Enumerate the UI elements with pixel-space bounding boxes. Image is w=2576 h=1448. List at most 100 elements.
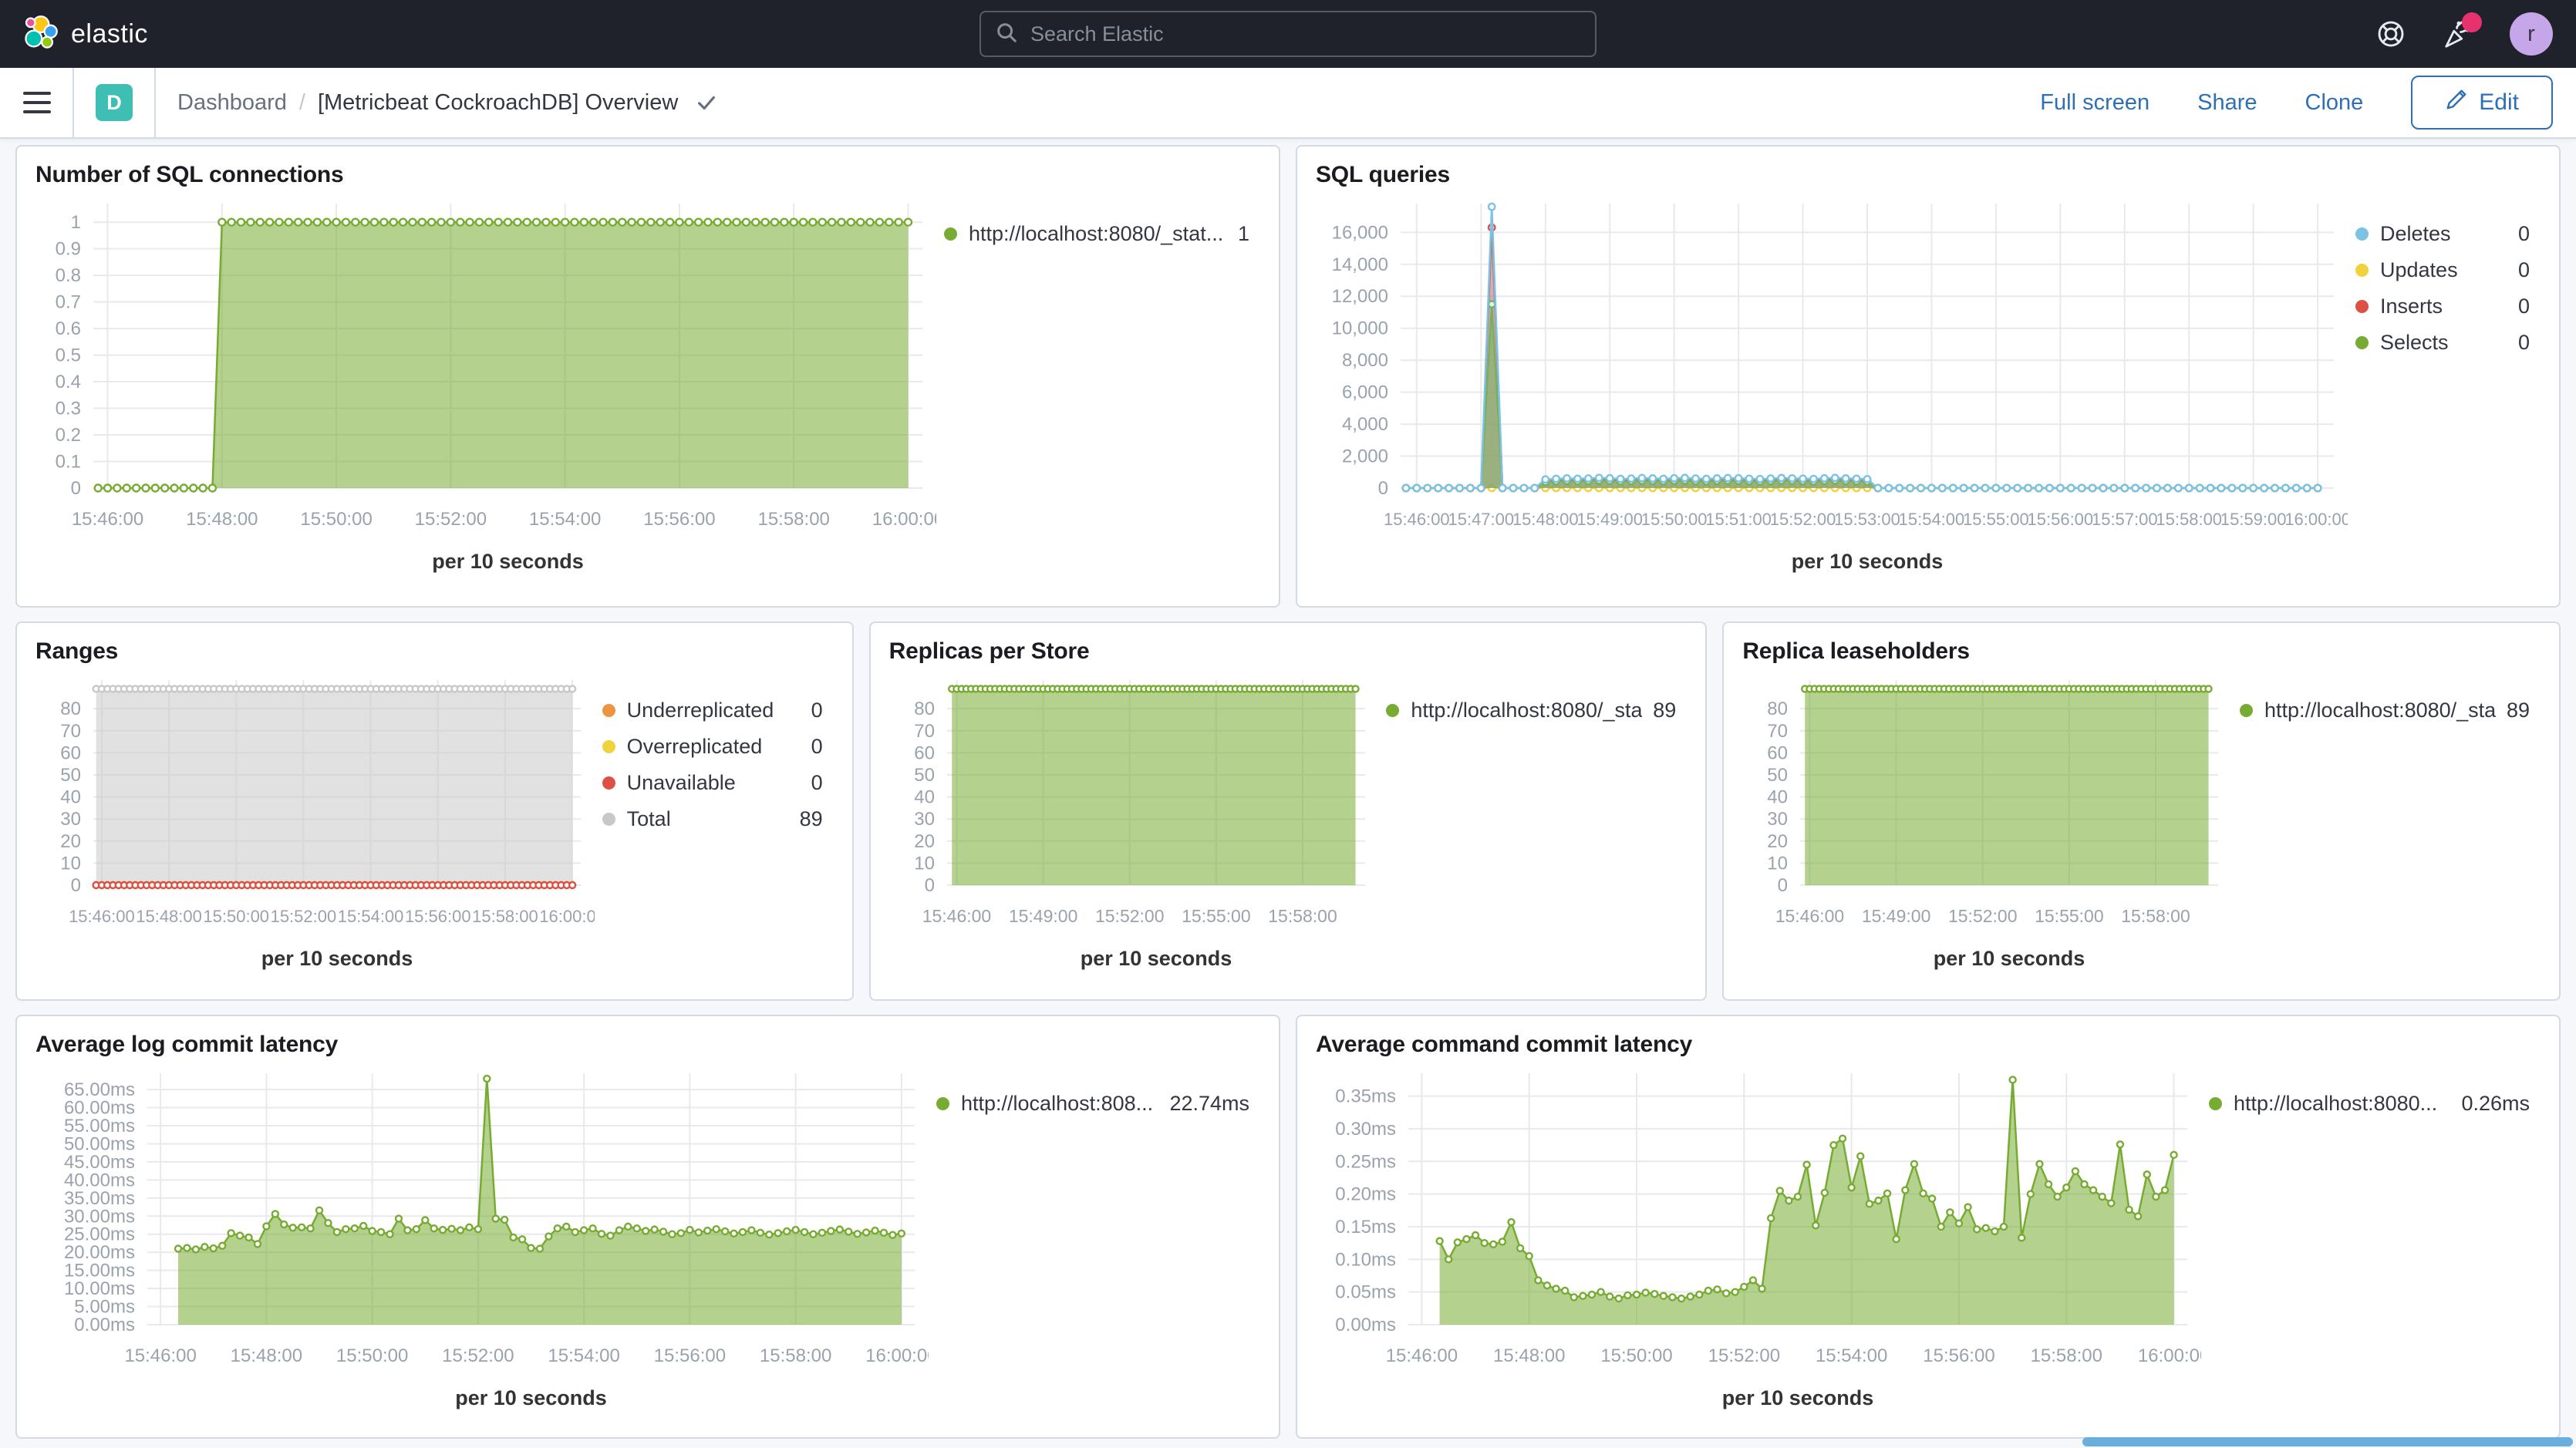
global-search[interactable] <box>979 11 1597 57</box>
chart-legend: Underreplicated0 Overreplicated0 Unavailab… <box>595 668 834 978</box>
svg-text:15:52:00: 15:52:00 <box>1095 906 1165 926</box>
legend-series-dot <box>602 740 615 753</box>
svg-text:15:57:00: 15:57:00 <box>2092 510 2158 529</box>
svg-text:16:00:00: 16:00:00 <box>872 509 936 530</box>
legend-series-value: 89 <box>1653 699 1676 722</box>
svg-text:40.00ms: 40.00ms <box>64 1170 135 1190</box>
legend-series-value: 0.26ms <box>2461 1092 2530 1116</box>
search-input[interactable] <box>1029 22 1581 47</box>
log-commit-latency-chart[interactable]: 0.00ms5.00ms10.00ms15.00ms20.00ms25.00ms… <box>35 1061 929 1417</box>
dashboard-badge[interactable]: D <box>96 84 133 121</box>
svg-text:15:49:00: 15:49:00 <box>1576 510 1643 529</box>
svg-text:15:46:00: 15:46:00 <box>124 1345 196 1366</box>
legend-series-dot <box>2240 704 2253 717</box>
svg-text:0: 0 <box>71 875 81 896</box>
legend-item[interactable]: Overreplicated0 <box>602 735 823 759</box>
svg-text:16:00:00: 16:00:00 <box>865 1345 929 1366</box>
svg-text:70: 70 <box>1768 721 1789 742</box>
svg-text:15:47:00: 15:47:00 <box>1448 510 1514 529</box>
replica-leaseholders-chart[interactable]: 0102030405060708015:46:0015:49:0015:52:0… <box>1742 668 2232 978</box>
svg-text:0: 0 <box>71 478 81 499</box>
edit-button[interactable]: Edit <box>2411 76 2553 130</box>
legend-item[interactable]: Deletes0 <box>2355 222 2530 246</box>
legend-series-label: http://localhost:8080/_stat... <box>969 222 1227 246</box>
clone-button[interactable]: Clone <box>2305 90 2364 116</box>
legend-item[interactable]: Unavailable0 <box>602 771 823 795</box>
svg-text:per 10 seconds: per 10 seconds <box>455 1386 607 1409</box>
sql-queries-chart[interactable]: 02,0004,0006,0008,00010,00012,00014,0001… <box>1316 191 2348 581</box>
svg-text:70: 70 <box>914 721 935 742</box>
sql-connections-chart[interactable]: 00.10.20.30.40.50.60.70.80.9115:46:0015:… <box>35 191 936 581</box>
replicas-per-store-chart[interactable]: 0102030405060708015:46:0015:49:0015:52:0… <box>889 668 1379 978</box>
svg-text:25.00ms: 25.00ms <box>64 1224 135 1245</box>
svg-text:35.00ms: 35.00ms <box>64 1188 135 1209</box>
panel-title: SQL queries <box>1316 162 2541 188</box>
svg-text:80: 80 <box>914 699 935 719</box>
svg-text:15:54:00: 15:54:00 <box>1899 510 1965 529</box>
full-screen-button[interactable]: Full screen <box>2040 90 2149 116</box>
legend-series-value: 0 <box>2518 258 2530 282</box>
pencil-icon <box>2445 88 2468 117</box>
svg-text:1: 1 <box>71 212 81 233</box>
svg-text:20: 20 <box>60 831 81 852</box>
news-button[interactable] <box>2442 17 2476 51</box>
legend-item[interactable]: http://localhost:8080/_sta...89 <box>2240 699 2530 722</box>
svg-text:15:46:00: 15:46:00 <box>922 906 991 926</box>
ranges-chart[interactable]: 0102030405060708015:46:0015:48:0015:50:0… <box>35 668 595 978</box>
dashboard-grid: Number of SQL connections 00.10.20.30.40… <box>0 139 2576 1439</box>
legend-item[interactable]: Updates0 <box>2355 258 2530 282</box>
svg-text:15:54:00: 15:54:00 <box>529 509 601 530</box>
svg-text:15:54:00: 15:54:00 <box>548 1345 619 1366</box>
svg-text:60: 60 <box>1768 743 1789 763</box>
svg-text:0: 0 <box>1778 875 1788 896</box>
svg-text:0.1: 0.1 <box>56 452 81 473</box>
legend-series-dot <box>936 1097 949 1110</box>
svg-text:0.00ms: 0.00ms <box>74 1315 135 1335</box>
panel-title: Replicas per Store <box>889 638 1688 665</box>
svg-text:15:48:00: 15:48:00 <box>1512 510 1579 529</box>
svg-text:10,000: 10,000 <box>1332 318 1388 339</box>
legend-item[interactable]: Inserts0 <box>2355 295 2530 318</box>
svg-text:16:00:00: 16:00:00 <box>539 907 595 926</box>
svg-text:15:50:00: 15:50:00 <box>336 1345 408 1366</box>
svg-text:6,000: 6,000 <box>1342 382 1388 403</box>
svg-text:16:00:00: 16:00:00 <box>2138 1345 2201 1366</box>
svg-text:15:58:00: 15:58:00 <box>2122 906 2191 926</box>
svg-text:80: 80 <box>1768 699 1789 719</box>
svg-text:0.15ms: 0.15ms <box>1335 1217 1396 1238</box>
svg-text:15:55:00: 15:55:00 <box>1182 906 1251 926</box>
legend-item[interactable]: Selects0 <box>2355 331 2530 355</box>
legend-item[interactable]: http://localhost:8080...0.26ms <box>2209 1092 2530 1116</box>
svg-text:0.05ms: 0.05ms <box>1335 1282 1396 1303</box>
svg-text:30: 30 <box>1768 809 1789 830</box>
legend-series-value: 0 <box>2518 331 2530 355</box>
menu-button[interactable] <box>23 92 51 113</box>
svg-text:10.00ms: 10.00ms <box>64 1278 135 1299</box>
legend-series-value: 22.74ms <box>1169 1092 1249 1116</box>
page-title[interactable]: [Metricbeat CockroachDB] Overview <box>318 90 678 116</box>
svg-text:per 10 seconds: per 10 seconds <box>1934 947 2085 970</box>
legend-item[interactable]: Underreplicated0 <box>602 699 823 722</box>
breadcrumb-separator: / <box>299 90 305 116</box>
share-button[interactable]: Share <box>2197 90 2257 116</box>
legend-item[interactable]: Total89 <box>602 807 823 831</box>
legend-series-label: http://localhost:8080/_sta... <box>1411 699 1642 722</box>
svg-text:20: 20 <box>1768 831 1789 852</box>
panel-sql-queries: SQL queries 02,0004,0006,0008,00010,0001… <box>1296 145 2561 608</box>
legend-item[interactable]: http://localhost:8080/_sta... 89 <box>1386 699 1676 722</box>
elastic-brand[interactable]: elastic <box>23 15 148 54</box>
legend-series-dot <box>602 813 615 826</box>
user-avatar[interactable]: r <box>2510 12 2553 56</box>
svg-text:per 10 seconds: per 10 seconds <box>261 947 413 970</box>
legend-item[interactable]: http://localhost:808...22.74ms <box>936 1092 1249 1116</box>
breadcrumb-dashboard[interactable]: Dashboard <box>177 90 287 116</box>
check-icon[interactable] <box>695 91 718 114</box>
brand-name: elastic <box>71 19 148 49</box>
svg-text:0.6: 0.6 <box>56 318 81 339</box>
help-button[interactable] <box>2374 17 2408 51</box>
svg-text:0.9: 0.9 <box>56 239 81 260</box>
command-commit-latency-chart[interactable]: 0.00ms0.05ms0.10ms0.15ms0.20ms0.25ms0.30… <box>1316 1061 2201 1417</box>
horizontal-scrollbar-thumb[interactable] <box>2082 1437 2573 1446</box>
legend-item[interactable]: http://localhost:8080/_stat...1 <box>944 222 1249 246</box>
panel-title: Average command commit latency <box>1316 1032 2541 1058</box>
